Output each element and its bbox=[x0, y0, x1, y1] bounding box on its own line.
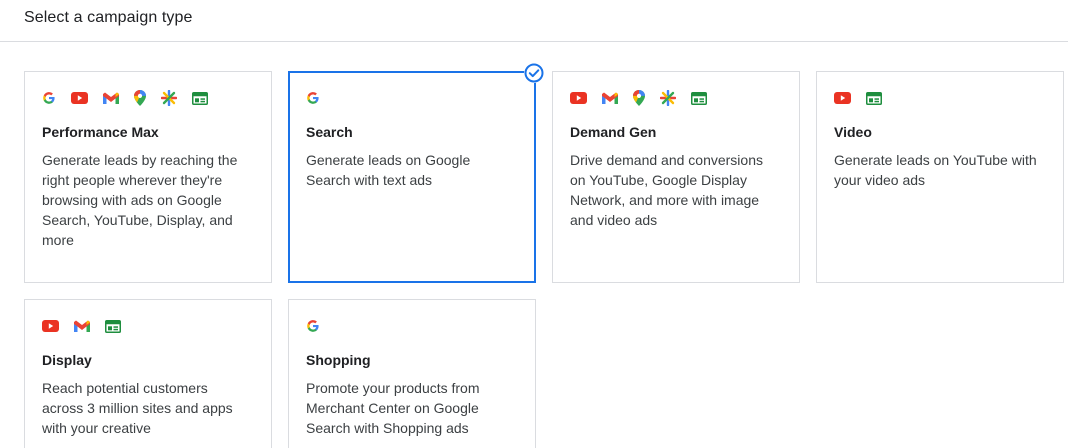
display-icon bbox=[691, 91, 707, 105]
channel-icons bbox=[834, 91, 897, 105]
campaign-title: Shopping bbox=[306, 352, 371, 368]
gmail-icon bbox=[74, 320, 90, 332]
campaign-card-performance-max[interactable]: Performance Max Generate leads by reachi… bbox=[24, 71, 272, 283]
campaign-description: Reach potential customers across 3 milli… bbox=[42, 380, 233, 436]
display-icon bbox=[866, 91, 882, 105]
campaign-description: Generate leads by reaching the right peo… bbox=[42, 152, 238, 248]
google-icon bbox=[43, 92, 55, 104]
gmail-icon bbox=[103, 92, 119, 104]
campaign-description: Generate leads on YouTube with your vide… bbox=[834, 152, 1037, 188]
campaign-card-demand-gen[interactable]: Demand Gen Drive demand and conversions … bbox=[552, 71, 800, 283]
channel-icons bbox=[306, 91, 335, 105]
google-icon bbox=[307, 92, 319, 104]
campaign-card-shopping[interactable]: Shopping Promote your products from Merc… bbox=[288, 299, 536, 448]
campaign-title: Video bbox=[834, 124, 872, 140]
page-title: Select a campaign type bbox=[24, 9, 193, 26]
display-icon bbox=[192, 91, 208, 105]
discover-icon bbox=[660, 90, 676, 106]
campaign-description: Promote your products from Merchant Cent… bbox=[306, 380, 480, 436]
channel-icons bbox=[42, 90, 223, 106]
youtube-icon bbox=[71, 92, 88, 104]
youtube-icon bbox=[834, 92, 851, 104]
campaign-type-page: Select a campaign type Performance Max G… bbox=[0, 0, 1068, 448]
check-circle-icon bbox=[524, 63, 544, 83]
campaign-card-video[interactable]: Video Generate leads on YouTube with you… bbox=[816, 71, 1064, 283]
campaign-title: Performance Max bbox=[42, 124, 159, 140]
campaign-title: Demand Gen bbox=[570, 124, 657, 140]
gmail-icon bbox=[602, 92, 618, 104]
youtube-icon bbox=[42, 320, 59, 332]
campaign-description: Drive demand and conversions on YouTube,… bbox=[570, 152, 763, 228]
channel-icons bbox=[306, 319, 335, 333]
google-icon bbox=[307, 320, 319, 332]
display-icon bbox=[105, 319, 121, 333]
youtube-icon bbox=[570, 92, 587, 104]
discover-icon bbox=[161, 90, 177, 106]
campaign-title: Search bbox=[306, 124, 353, 140]
page-header: Select a campaign type bbox=[0, 0, 1068, 42]
channel-icons bbox=[42, 319, 136, 333]
maps-icon bbox=[134, 90, 146, 106]
campaign-title: Display bbox=[42, 352, 92, 368]
maps-icon bbox=[633, 90, 645, 106]
campaign-card-search[interactable]: Search Generate leads on Google Search w… bbox=[288, 71, 536, 283]
campaign-card-display[interactable]: Display Reach potential customers across… bbox=[24, 299, 272, 448]
channel-icons bbox=[570, 90, 722, 106]
campaign-description: Generate leads on Google Search with tex… bbox=[306, 152, 471, 188]
